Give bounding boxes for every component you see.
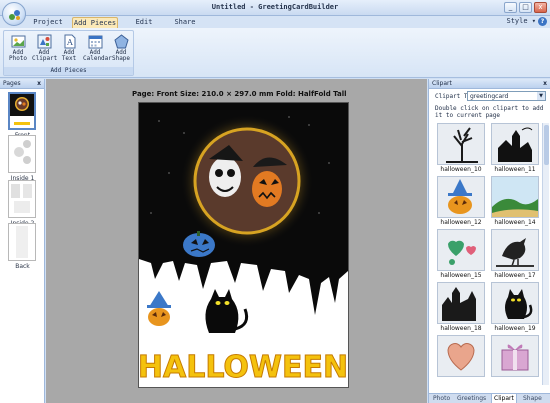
clipart-label: halloween_12: [440, 219, 482, 226]
ribbon-tabs: Project Add Pieces Edit Pieces Share Sty…: [0, 16, 550, 36]
minimize-button[interactable]: _: [504, 2, 517, 13]
pages-panel-header: Pages x: [0, 79, 44, 89]
back-thumbnail-image: [16, 226, 28, 258]
hill-landscape-icon: [491, 176, 539, 218]
tab-edit-pieces[interactable]: Edit Pieces: [122, 17, 166, 36]
add-shape-line2: Shape: [111, 55, 131, 62]
title-bar: Untitled - GreetingCardBuilder _ □ x: [0, 0, 550, 16]
close-button[interactable]: x: [534, 2, 547, 13]
scrollbar-thumb[interactable]: [544, 125, 549, 165]
add-text-line2: Text: [61, 55, 77, 62]
clipart-item[interactable]: [437, 335, 485, 378]
clipart-type-select[interactable]: greetingcard ▼: [467, 91, 546, 101]
tab-greetings[interactable]: Greetings: [455, 394, 488, 403]
card-page-front[interactable]: HALLOWEEN: [138, 102, 349, 388]
chevron-down-icon[interactable]: ▼: [537, 92, 545, 100]
tab-photo[interactable]: Photo: [431, 394, 452, 403]
add-calendar-line2: Calendar: [83, 55, 112, 62]
window-title: Untitled - GreetingCardBuilder: [211, 3, 339, 11]
add-shape-button[interactable]: Add Shape: [109, 34, 133, 62]
clipart-label: halloween_17: [494, 272, 536, 279]
pages-panel: Pages x Front Inside 1 Inside 2: [0, 79, 45, 403]
front-thumbnail-image: [10, 94, 34, 125]
ribbon: Add Photo Add Clipart A Add Text Add Cal…: [0, 28, 550, 78]
text-icon: A: [62, 34, 77, 49]
clipart-label: halloween_19: [494, 325, 536, 332]
svg-text:A: A: [66, 38, 73, 47]
app-logo-icon: [9, 10, 20, 20]
page-info: Page: Front Size: 210.0 × 297.0 mm Fold:…: [132, 90, 347, 98]
tab-project[interactable]: Project: [30, 17, 66, 28]
clipart-grid: halloween_10 halloween_11 halloween_12 h…: [431, 123, 549, 393]
clipart-item[interactable]: halloween_15: [437, 229, 485, 279]
bare-tree-icon: [437, 123, 485, 165]
clipart-scrollbar[interactable]: [542, 123, 549, 385]
tab-shape[interactable]: Shape: [521, 394, 544, 403]
green-hearts-icon: [437, 229, 485, 271]
inside1-thumbnail-image: [14, 140, 31, 164]
shape-icon: [113, 34, 129, 49]
tab-add-pieces[interactable]: Add Pieces: [72, 17, 118, 28]
page-thumb-front[interactable]: [8, 92, 36, 130]
add-text-button[interactable]: A Add Text: [57, 34, 81, 62]
clipart-item[interactable]: halloween_10: [437, 123, 485, 173]
crow-icon: [491, 229, 539, 271]
calendar-icon: [88, 34, 103, 49]
app-menu-button[interactable]: [2, 2, 26, 26]
page-thumb-inside-1[interactable]: [8, 135, 36, 173]
clipart-item[interactable]: halloween_17: [491, 229, 539, 279]
clipart-item[interactable]: halloween_19: [491, 282, 539, 332]
window-controls: _ □ x: [504, 2, 547, 13]
page-thumb-back[interactable]: [8, 223, 36, 261]
help-icon[interactable]: ?: [538, 17, 547, 26]
photo-icon: [11, 34, 26, 49]
clipart-panel-header: Clipart x: [429, 79, 550, 89]
clipart-label: halloween_15: [440, 272, 482, 279]
add-pieces-group: Add Photo Add Clipart A Add Text Add Cal…: [3, 30, 134, 76]
add-clipart-line2: Clipart: [32, 55, 58, 62]
clipart-panel: Clipart x Clipart Type greetingcard ▼ Do…: [428, 79, 550, 403]
clipart-type-value: greetingcard: [470, 93, 509, 100]
add-photo-button[interactable]: Add Photo: [6, 34, 30, 62]
clipart-panel-close-icon[interactable]: x: [543, 79, 547, 89]
design-canvas-area: Page: Front Size: 210.0 × 297.0 mm Fold:…: [46, 79, 427, 403]
maximize-button[interactable]: □: [519, 2, 532, 13]
clipart-type-row: Clipart Type greetingcard ▼: [429, 90, 550, 102]
pumpkin-witch-icon: [437, 176, 485, 218]
add-clipart-button[interactable]: Add Clipart: [32, 34, 58, 62]
inside2-thumbnail-image: [11, 184, 32, 213]
clipart-label: halloween_14: [494, 219, 536, 226]
clipart-icon: [37, 34, 52, 49]
clipart-hint: Double click on clipart to add it to cur…: [435, 105, 544, 119]
clipart-label: halloween_11: [494, 166, 536, 173]
clipart-bottom-tabs: Photo Greetings Clipart Shape: [429, 393, 550, 403]
tab-clipart[interactable]: Clipart: [491, 394, 517, 403]
style-menu[interactable]: Style ▾: [506, 17, 536, 25]
heart-tag-icon: [437, 335, 485, 377]
haunted-castle-icon: [437, 282, 485, 324]
tab-share[interactable]: Share: [170, 17, 200, 28]
clipart-label: halloween_10: [440, 166, 482, 173]
clipart-item[interactable]: halloween_11: [491, 123, 539, 173]
black-cat-icon: [491, 282, 539, 324]
clipart-item[interactable]: halloween_14: [491, 176, 539, 226]
pages-panel-close-icon[interactable]: x: [37, 79, 41, 89]
add-calendar-button[interactable]: Add Calendar: [83, 34, 112, 62]
add-photo-line2: Photo: [8, 55, 28, 62]
halloween-card-artwork[interactable]: HALLOWEEN: [139, 103, 348, 387]
clipart-item[interactable]: halloween_12: [437, 176, 485, 226]
gift-box-icon: [491, 335, 539, 377]
page-thumb-inside-2[interactable]: [8, 180, 36, 218]
pages-panel-title: Pages: [3, 80, 21, 87]
card-halloween-text[interactable]: HALLOWEEN: [139, 350, 348, 386]
clipart-label: halloween_18: [440, 325, 482, 332]
ribbon-group-label: Add Pieces: [4, 67, 133, 75]
page-label-back: Back: [15, 263, 30, 270]
clipart-item[interactable]: halloween_18: [437, 282, 485, 332]
clipart-item[interactable]: [491, 335, 539, 378]
haunted-house-icon: [491, 123, 539, 165]
clipart-panel-title: Clipart: [432, 80, 452, 87]
